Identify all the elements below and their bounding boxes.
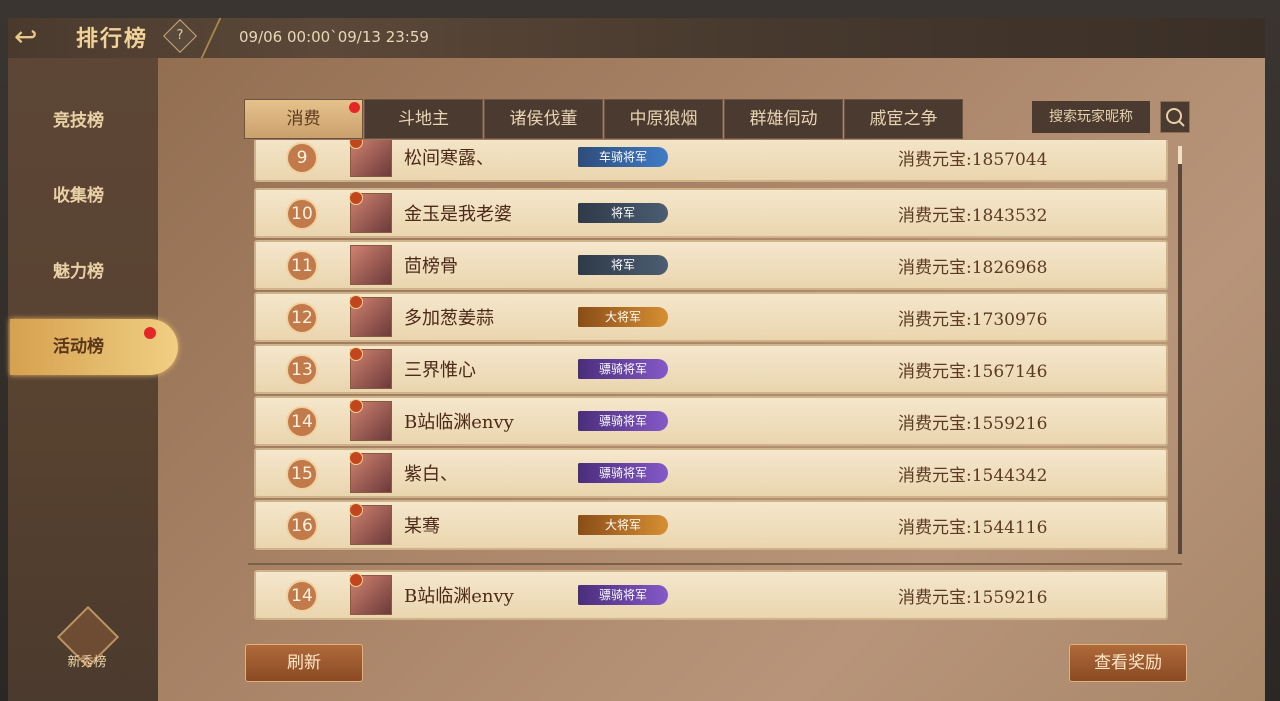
score-value: 消费元宝:1826968 [898,258,1048,278]
table-row[interactable]: 11 茴榜骨 将军 消费元宝:1826968 [254,240,1168,290]
table-row[interactable]: 10 金玉是我老婆 将军 消费元宝:1843532 [254,188,1168,238]
ranking-list[interactable]: 9 松间寒露、 车骑将军 消费元宝:1857044 10 金玉是我老婆 将军 消… [250,140,1170,556]
title-badge: 骠骑将军 [578,359,668,379]
title-badge: 骠骑将军 [578,463,668,483]
notification-dot [144,327,156,339]
table-row[interactable]: 15 紫白、 骠骑将军 消费元宝:1544342 [254,448,1168,498]
notification-dot [349,102,360,113]
score-value: 消费元宝:1857044 [898,150,1048,170]
scroll-thumb[interactable] [1178,146,1182,164]
vip-icon [349,503,363,517]
vip-icon [349,573,363,587]
tab-heroes[interactable]: 群雄伺动 [724,99,843,139]
vip-icon [349,347,363,361]
score-value: 消费元宝:1559216 [898,414,1048,434]
avatar[interactable] [349,573,392,615]
list-divider [248,563,1182,565]
player-name: 紫白、 [404,464,458,485]
tab-landlord[interactable]: 斗地主 [364,99,483,139]
player-name: 金玉是我老婆 [404,204,512,225]
table-row[interactable]: 14 B站临渊envy 骠骑将军 消费元宝:1559216 [254,396,1168,446]
avatar[interactable] [349,140,392,177]
score-value: 消费元宝:1559216 [898,588,1048,608]
sidebar [8,58,158,701]
title-badge: 车骑将军 [578,147,668,167]
vip-icon [349,399,363,413]
rank-badge: 11 [286,250,318,282]
view-rewards-button[interactable]: 查看奖励 [1069,644,1187,682]
title-badge: 骠骑将军 [578,585,668,605]
scrollbar[interactable] [1178,146,1182,554]
rank-badge: 16 [286,510,318,542]
player-name: 三界惟心 [404,360,476,381]
back-arrow-icon[interactable]: ↩ [14,22,54,52]
player-name: 茴榜骨 [404,256,458,277]
vip-icon [349,140,363,149]
sidebar-item-collection[interactable]: 收集榜 [10,168,160,224]
search-icon[interactable] [1160,101,1190,133]
rank-badge: 15 [286,458,318,490]
rank-badge: 14 [286,580,318,612]
avatar[interactable] [349,451,392,493]
tab-lords-vs-dong[interactable]: 诸侯伐董 [484,99,603,139]
table-row[interactable]: 12 多加葱姜蒜 大将军 消费元宝:1730976 [254,292,1168,342]
event-date-range: 09/06 00:00`09/13 23:59 [239,28,429,46]
tab-central-plains[interactable]: 中原狼烟 [604,99,723,139]
newbie-ranking-button[interactable]: 新秀榜 [56,605,120,673]
avatar[interactable] [349,191,392,233]
score-value: 消费元宝:1544342 [898,466,1048,486]
avatar[interactable] [349,399,392,441]
score-value: 消费元宝:1544116 [898,518,1048,538]
score-value: 消费元宝:1843532 [898,206,1048,226]
avatar[interactable] [349,295,392,337]
avatar[interactable] [350,245,392,285]
my-rank-row: 14 B站临渊envy 骠骑将军 消费元宝:1559216 [254,570,1168,620]
sidebar-item-charm[interactable]: 魅力榜 [10,244,160,300]
table-row[interactable]: 13 三界惟心 骠骑将军 消费元宝:1567146 [254,344,1168,394]
vip-icon [349,451,363,465]
table-row[interactable]: 16 某骞 大将军 消费元宝:1544116 [254,500,1168,550]
rank-badge: 12 [286,302,318,334]
title-badge: 大将军 [578,307,668,327]
vip-icon [349,191,363,205]
player-name: B站临渊envy [404,412,514,433]
rank-badge: 10 [286,198,318,230]
title-badge: 骠骑将军 [578,411,668,431]
page-title: 排行榜 [76,26,149,52]
top-bar [8,18,1265,58]
avatar[interactable] [349,503,392,545]
vip-icon [349,295,363,309]
search-input[interactable]: 搜索玩家昵称 [1032,101,1150,133]
rank-badge: 14 [286,406,318,438]
game-screen: ↩ 排行榜 ? 09/06 00:00`09/13 23:59 竞技榜 收集榜 … [0,0,1280,701]
player-name: 多加葱姜蒜 [404,308,494,329]
refresh-button[interactable]: 刷新 [245,644,363,682]
tab-bar: 消费 斗地主 诸侯伐董 中原狼烟 群雄伺动 戚宦之争 [244,99,964,139]
title-badge: 将军 [578,255,668,275]
tab-eunuch-war[interactable]: 戚宦之争 [844,99,963,139]
table-row[interactable]: 9 松间寒露、 车骑将军 消费元宝:1857044 [254,140,1168,182]
avatar[interactable] [349,347,392,389]
rank-badge: 13 [286,354,318,386]
player-name: 某骞 [404,516,440,537]
sidebar-item-arena[interactable]: 竞技榜 [10,93,160,149]
title-badge: 将军 [578,203,668,223]
player-name: B站临渊envy [404,586,514,607]
player-name: 松间寒露、 [404,148,494,169]
score-value: 消费元宝:1567146 [898,362,1048,382]
score-value: 消费元宝:1730976 [898,310,1048,330]
tab-consumption[interactable]: 消费 [244,99,363,139]
rank-badge: 9 [286,142,318,174]
sidebar-item-event[interactable]: 活动榜 [10,319,178,375]
title-badge: 大将军 [578,515,668,535]
